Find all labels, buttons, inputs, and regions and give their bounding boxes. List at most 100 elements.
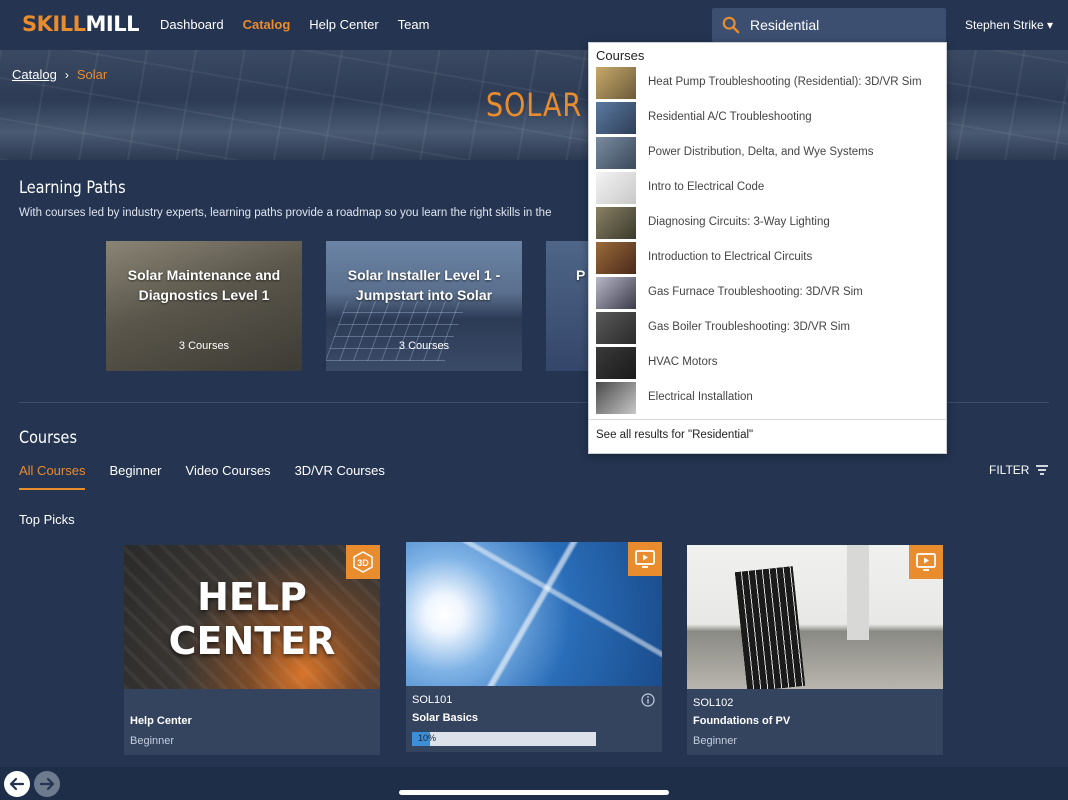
chevron-right-icon: ›: [64, 67, 69, 82]
course-name: Foundations of PV: [693, 715, 791, 727]
arrow-left-icon: [9, 777, 25, 791]
nav-team[interactable]: Team: [398, 17, 430, 32]
learning-paths-description: With courses led by industry experts, le…: [19, 207, 552, 219]
search-result-title: Intro to Electrical Code: [648, 181, 765, 193]
learning-path-count: 3 Courses: [398, 340, 450, 352]
search-result-thumbnail: [596, 242, 636, 274]
search-results-dropdown: Courses Heat Pump Troubleshooting (Resid…: [588, 42, 947, 454]
learning-path-card[interactable]: Solar Installer Level 1 - Jumpstart into…: [326, 241, 522, 371]
search-results-heading: Courses: [596, 48, 645, 63]
search-result-item[interactable]: Intro to Electrical Code: [589, 172, 946, 207]
solar-cell-lines: [406, 542, 662, 686]
search-result-item[interactable]: Gas Furnace Troubleshooting: 3D/VR Sim: [589, 277, 946, 312]
filter-icon: [1036, 465, 1049, 475]
search-result-item[interactable]: Residential A/C Troubleshooting: [589, 102, 946, 137]
breadcrumb: Catalog › Solar: [12, 67, 107, 82]
search-result-thumbnail: [596, 172, 636, 204]
courses-title: Courses: [19, 428, 77, 448]
main-nav: Dashboard Catalog Help Center Team: [160, 17, 429, 32]
breadcrumb-current: Solar: [76, 67, 108, 82]
learning-path-name: P: [576, 267, 586, 283]
tab-3d-vr-courses[interactable]: 3D/VR Courses: [295, 463, 385, 490]
search-result-title: HVAC Motors: [648, 356, 718, 368]
info-icon[interactable]: [641, 693, 655, 707]
search-result-thumbnail: [596, 137, 636, 169]
filter-button[interactable]: FILTER: [989, 463, 1049, 477]
arrow-right-icon: [39, 777, 55, 791]
course-card[interactable]: HELP CENTER 3D Help Center Beginner: [124, 545, 380, 755]
learning-path-name: Solar Installer Level 1 - Jumpstart into…: [347, 267, 501, 303]
course-name: Solar Basics: [412, 712, 479, 724]
search-result-thumbnail: [596, 67, 636, 99]
search-result-thumbnail: [596, 312, 636, 344]
svg-text:3D: 3D: [357, 558, 369, 568]
learning-path-count: 3 Courses: [178, 340, 230, 352]
thumbnail-text-line: HELP: [197, 575, 307, 619]
nav-catalog[interactable]: Catalog: [243, 17, 291, 32]
search-result-item[interactable]: Power Distribution, Delta, and Wye Syste…: [589, 137, 946, 172]
thumbnail-text: HELP CENTER: [124, 575, 380, 663]
search-result-item[interactable]: Electrical Installation: [589, 382, 946, 417]
search-input[interactable]: [748, 8, 938, 42]
see-all-results-link[interactable]: See all results for "Residential": [596, 429, 753, 441]
logo-part1: SKILL: [22, 12, 86, 36]
search-result-title: Introduction to Electrical Circuits: [648, 251, 813, 263]
search-result-title: Power Distribution, Delta, and Wye Syste…: [648, 146, 874, 158]
search-result-thumbnail: [596, 207, 636, 239]
search-icon[interactable]: [722, 16, 740, 34]
course-code: SOL102: [693, 697, 734, 709]
course-code: SOL101: [412, 694, 453, 706]
solar-panel-image: [326, 301, 467, 361]
logo-part2: MILL: [85, 12, 139, 36]
search-result-thumbnail: [596, 277, 636, 309]
learning-path-card[interactable]: Solar Maintenance and Diagnostics Level …: [106, 241, 302, 371]
user-menu[interactable]: Stephen Strike ▾: [965, 18, 1053, 32]
logo[interactable]: SKILLMILL: [22, 12, 139, 36]
building-column: [847, 545, 869, 640]
tab-video-courses[interactable]: Video Courses: [186, 463, 271, 490]
course-name: Help Center: [130, 715, 192, 727]
search-result-thumbnail: [596, 382, 636, 414]
nav-help-center[interactable]: Help Center: [309, 17, 378, 32]
search-result-item[interactable]: HVAC Motors: [589, 347, 946, 382]
course-thumbnail: HELP CENTER 3D: [124, 545, 380, 689]
search-result-item[interactable]: Introduction to Electrical Circuits: [589, 242, 946, 277]
search-result-title: Electrical Installation: [648, 391, 753, 403]
search-result-title: Gas Furnace Troubleshooting: 3D/VR Sim: [648, 286, 863, 298]
course-level: Beginner: [130, 735, 175, 747]
course-tabs: All Courses Beginner Video Courses 3D/VR…: [19, 463, 409, 490]
course-level: Beginner: [693, 735, 738, 747]
3d-icon: 3D: [346, 545, 380, 579]
breadcrumb-catalog-link[interactable]: Catalog: [12, 67, 57, 82]
video-icon: [909, 545, 943, 579]
thumbnail-text-line: CENTER: [168, 619, 336, 663]
filter-label: FILTER: [989, 463, 1030, 477]
back-button[interactable]: [4, 771, 30, 797]
learning-path-name: Solar Maintenance and Diagnostics Level …: [127, 267, 281, 303]
forward-button[interactable]: [34, 771, 60, 797]
course-card[interactable]: SOL102 Foundations of PV Beginner: [687, 545, 943, 755]
search-result-title: Gas Boiler Troubleshooting: 3D/VR Sim: [648, 321, 850, 333]
top-picks-heading: Top Picks: [19, 512, 75, 527]
learning-paths-title: Learning Paths: [19, 178, 126, 198]
course-thumbnail: [406, 542, 662, 686]
solar-panel-image: [734, 566, 806, 689]
search-box[interactable]: [712, 8, 946, 42]
search-result-title: Heat Pump Troubleshooting (Residential):…: [648, 76, 922, 88]
dropdown-divider: [589, 419, 946, 420]
tab-all-courses[interactable]: All Courses: [19, 463, 86, 490]
nav-dashboard[interactable]: Dashboard: [160, 17, 224, 32]
search-result-item[interactable]: Heat Pump Troubleshooting (Residential):…: [589, 67, 946, 102]
search-result-title: Diagnosing Circuits: 3-Way Lighting: [648, 216, 830, 228]
progress-bar: 10%: [412, 732, 596, 746]
search-result-item[interactable]: Gas Boiler Troubleshooting: 3D/VR Sim: [589, 312, 946, 347]
learning-path-card[interactable]: P: [546, 241, 591, 371]
home-indicator: [399, 790, 669, 795]
search-result-item[interactable]: Diagnosing Circuits: 3-Way Lighting: [589, 207, 946, 242]
course-card[interactable]: SOL101 Solar Basics 10%: [406, 542, 662, 752]
course-thumbnail: [687, 545, 943, 689]
bottom-bar: [0, 767, 1068, 800]
search-result-thumbnail: [596, 102, 636, 134]
progress-label: 10%: [418, 733, 437, 743]
tab-beginner[interactable]: Beginner: [109, 463, 161, 490]
